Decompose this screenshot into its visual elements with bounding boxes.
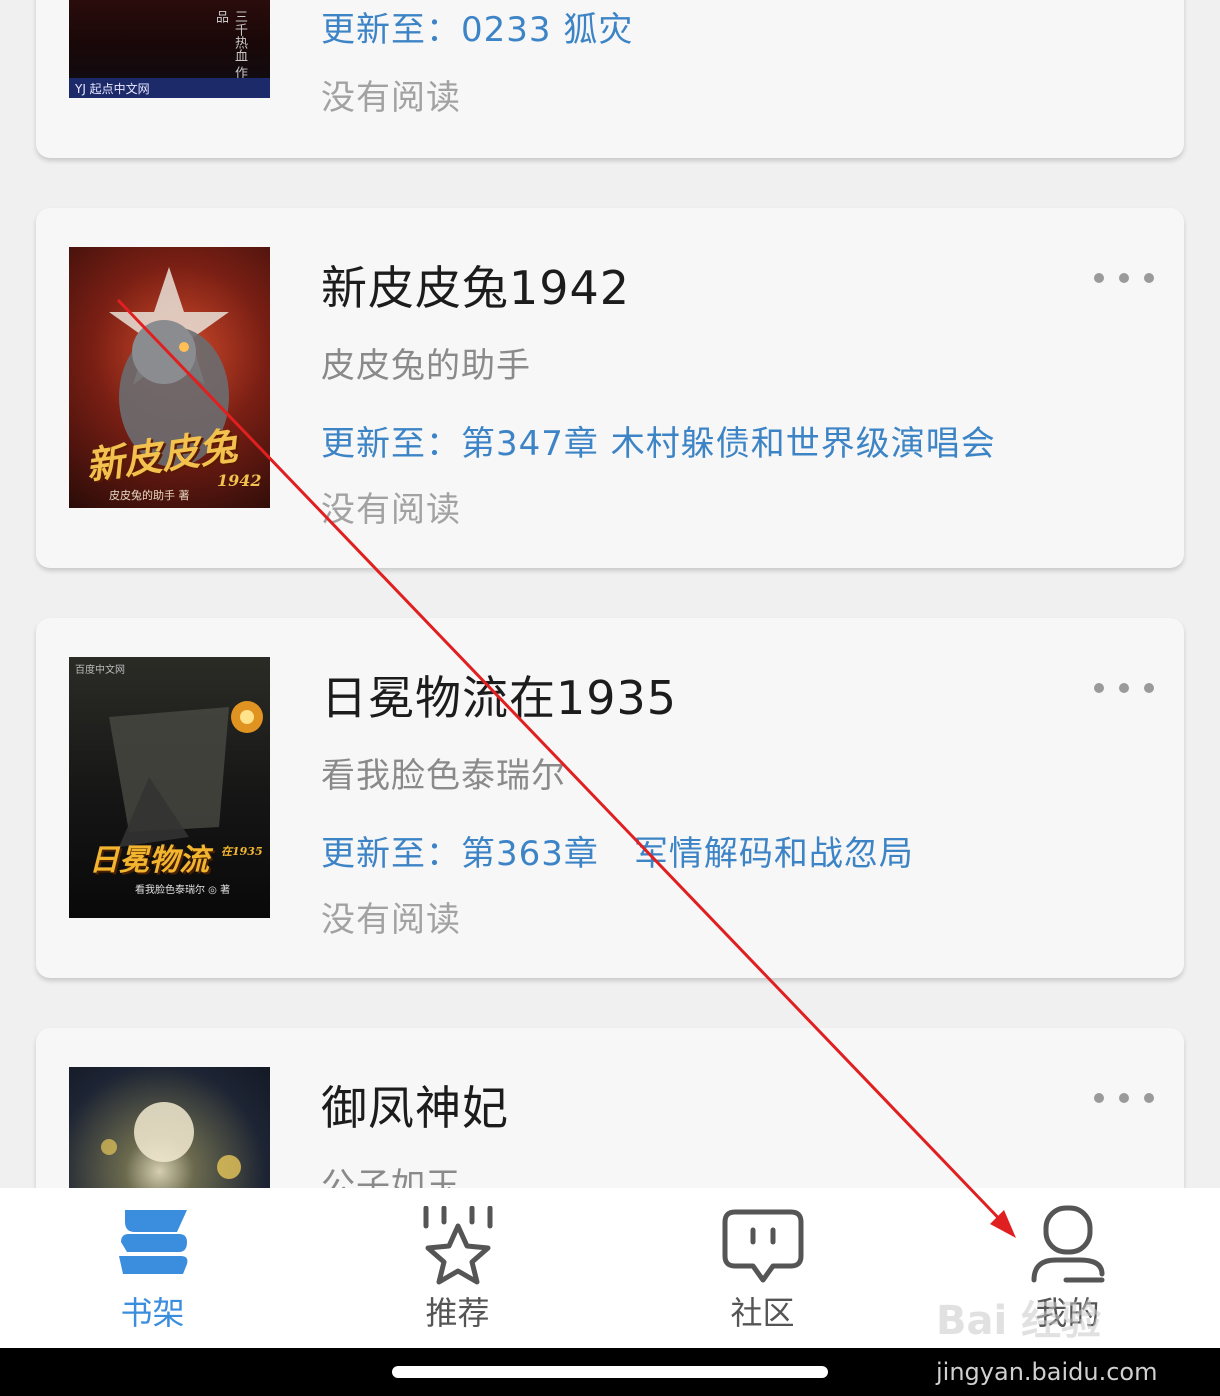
watermark-logo: Bai 经验	[936, 1298, 1102, 1344]
nav-label-recommend: 推荐	[425, 1294, 490, 1332]
book-update: 更新至：0233 狐灾	[321, 2, 633, 51]
book-title: 新皮皮兔1942	[321, 261, 631, 315]
more-options-icon[interactable]	[1094, 1086, 1154, 1110]
nav-item-community[interactable]: 社区	[610, 1188, 915, 1348]
book-cover-2[interactable]: 新皮皮兔 1942 皮皮兔的助手 著	[69, 247, 270, 508]
book-card-1[interactable]: 三千热血 作品 YJ 起点中文网 更新至：0233 狐灾 没有阅读	[36, 0, 1184, 158]
cover-sub-text: 在1935	[221, 845, 263, 858]
profile-icon	[1031, 1205, 1104, 1283]
nav-label-bookshelf: 书架	[120, 1294, 185, 1332]
book-card-2[interactable]: 新皮皮兔 1942 皮皮兔的助手 著 新皮皮兔1942 皮皮兔的助手 更新至：第…	[36, 208, 1184, 568]
cover-title-text: 日冕物流	[89, 843, 209, 878]
update-prefix: 更新至：	[321, 10, 461, 50]
book-cover-1[interactable]: 三千热血 作品 YJ 起点中文网	[69, 0, 270, 98]
nav-label-community: 社区	[730, 1294, 795, 1332]
nav-item-recommend[interactable]: 推荐	[305, 1188, 610, 1348]
system-gesture-bar: jingyan.baidu.com	[0, 1348, 1220, 1396]
watermark-url: jingyan.baidu.com	[936, 1358, 1158, 1386]
update-prefix: 更新至：	[321, 424, 461, 464]
more-options-icon[interactable]	[1094, 266, 1154, 290]
update-chapter: 第363章 军情解码和战忽局	[461, 834, 914, 874]
cover-sub-text: 1942	[217, 471, 262, 490]
book-read-status: 没有阅读	[321, 490, 461, 530]
book-title: 御凤神妃	[321, 1081, 509, 1135]
bookshelf-icon	[118, 1210, 187, 1274]
book-read-status: 没有阅读	[321, 900, 461, 940]
book-read-status: 没有阅读	[321, 78, 461, 118]
book-update: 更新至：第347章 木村躲债和世界级演唱会	[321, 416, 996, 465]
update-chapter: 0233 狐灾	[461, 10, 634, 50]
book-card-3[interactable]: 百度中文网 日冕物流 在1935 看我脸色泰瑞尔 ◎ 著 日冕物流在1935 看…	[36, 618, 1184, 978]
book-cover-3[interactable]: 百度中文网 日冕物流 在1935 看我脸色泰瑞尔 ◎ 著	[69, 657, 270, 918]
cover-publisher-text: 百度中文网	[75, 665, 125, 676]
chat-bubble-icon	[722, 1209, 803, 1283]
book-title: 日冕物流在1935	[321, 671, 678, 725]
book-author: 皮皮兔的助手	[321, 346, 531, 386]
home-indicator[interactable]	[392, 1366, 828, 1378]
nav-item-bookshelf[interactable]: 书架	[0, 1188, 305, 1348]
update-prefix: 更新至：	[321, 834, 461, 874]
cover-author-text: 三千热血 作品	[213, 10, 247, 80]
book-author: 看我脸色泰瑞尔	[321, 756, 566, 796]
cover-author-text: 皮皮兔的助手 著	[109, 489, 190, 502]
more-options-icon[interactable]	[1094, 676, 1154, 700]
star-icon	[423, 1206, 492, 1285]
cover-publisher-band: YJ 起点中文网	[69, 78, 270, 98]
cover-publisher-text: YJ 起点中文网	[75, 82, 150, 96]
cover-author-text: 看我脸色泰瑞尔 ◎ 著	[135, 885, 231, 896]
book-update: 更新至：第363章 军情解码和战忽局	[321, 826, 914, 875]
update-chapter: 第347章 木村躲债和世界级演唱会	[461, 424, 996, 464]
